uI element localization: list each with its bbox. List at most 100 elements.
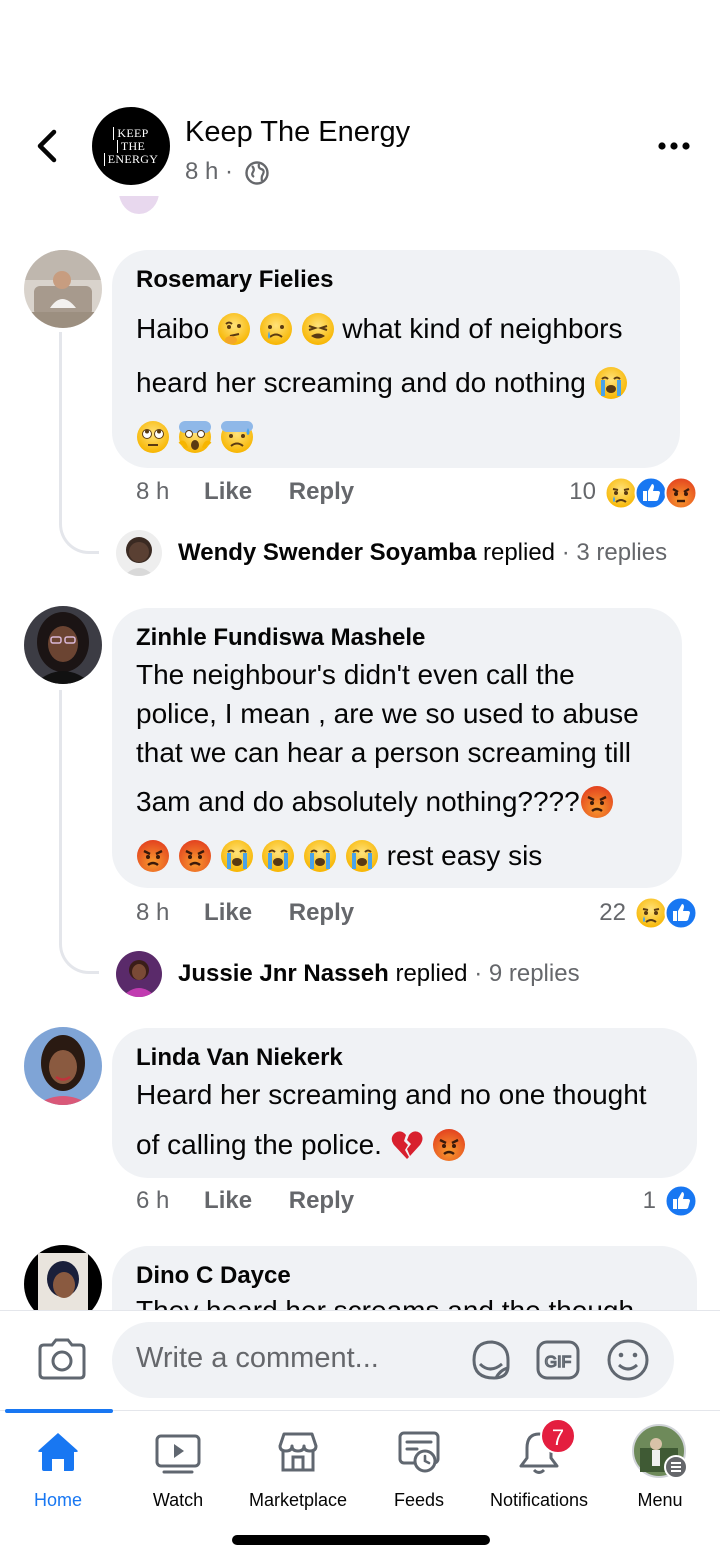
profile-avatar-icon [632, 1424, 688, 1479]
back-arrow-icon[interactable] [30, 126, 64, 166]
comment-text: They heard her screams and the though [136, 1292, 634, 1310]
nav-menu[interactable]: Menu [600, 1424, 720, 1514]
comment-text: 3am and do absolutely nothing???? [136, 786, 580, 817]
comment-text-line: heard her screaming and do nothing [136, 364, 628, 402]
like-button[interactable]: Like [204, 899, 252, 926]
reply-preview[interactable]: Wendy Swender Soyamba replied · 3 replie… [178, 539, 667, 567]
reply-button[interactable]: Reply [289, 478, 354, 505]
nav-label: Feeds [393, 1490, 445, 1510]
nav-watch[interactable]: Watch [118, 1424, 238, 1514]
loudly-crying-emoji-icon [304, 840, 337, 872]
reply-button[interactable]: Reply [289, 1187, 354, 1214]
reaction-count[interactable]: 22 [570, 899, 626, 927]
comment-text-line: rest easy sis [136, 837, 542, 875]
comment-time: 8 h [136, 478, 170, 505]
svg-text:GIF: GIF [545, 1354, 572, 1371]
comment-author[interactable]: Dino C Dayce [136, 1262, 291, 1290]
post-time: 8 h · [185, 158, 234, 185]
globe-icon [245, 161, 269, 185]
feeds-icon [398, 1431, 440, 1473]
angry-face-emoji-icon [432, 1129, 465, 1161]
avatar[interactable] [24, 250, 102, 328]
page-name[interactable]: Keep The Energy [185, 116, 410, 149]
comment-placeholder: Write a comment... [136, 1342, 379, 1374]
like-reaction-icon [664, 1184, 698, 1218]
comment-text: that we can hear a person screaming till [136, 737, 631, 768]
comment-author[interactable]: Zinhle Fundiswa Mashele [136, 624, 425, 652]
reply-author: Jussie Jnr Nasseh [178, 960, 389, 987]
logo-line-1: KEEP [113, 126, 148, 140]
reply-author: Wendy Swender Soyamba [178, 539, 477, 566]
active-tab-indicator [5, 1409, 113, 1413]
like-reaction-icon [664, 896, 698, 930]
more-options-icon[interactable] [656, 134, 692, 158]
sticker-icon[interactable] [466, 1336, 514, 1384]
comment-text: Haibo [136, 313, 210, 344]
comment-text: what kind of neighbors [342, 313, 623, 344]
nav-label: Watch [152, 1490, 204, 1510]
angry-face-emoji-icon [178, 840, 211, 872]
reply-preview[interactable]: Jussie Jnr Nasseh replied · 9 replies [178, 960, 580, 988]
comment-text-line: of calling the police. [136, 1126, 466, 1164]
loudly-crying-emoji-icon [345, 840, 378, 872]
reply-verb: replied [482, 539, 556, 566]
nav-home[interactable]: Home [0, 1424, 118, 1514]
home-icon [38, 1433, 78, 1471]
crying-face-emoji-icon [259, 313, 292, 345]
angry-reaction-icon [664, 476, 698, 510]
screaming-face-emoji-icon [178, 421, 212, 453]
avatar[interactable] [24, 606, 102, 684]
nav-marketplace[interactable]: Marketplace [238, 1424, 358, 1514]
reply-avatar[interactable] [116, 530, 162, 576]
loudly-crying-emoji-icon [594, 367, 627, 399]
home-indicator [232, 1535, 490, 1545]
comment-time: 6 h [136, 1187, 170, 1214]
reaction-count[interactable]: 10 [540, 478, 596, 506]
weary-face-emoji-icon [301, 313, 334, 345]
nav-label: Marketplace [248, 1490, 348, 1510]
comment-clip: Dino C Dayce They heard her screams and … [0, 1240, 720, 1310]
nav-label: Home [33, 1490, 82, 1510]
like-button[interactable]: Like [204, 478, 252, 505]
reply-avatar[interactable] [116, 951, 162, 997]
logo-line-2: THE [116, 139, 145, 153]
comment-time: 8 h [136, 899, 170, 926]
comment-author[interactable]: Rosemary Fielies [136, 266, 333, 294]
loudly-crying-emoji-icon [262, 840, 295, 872]
like-button[interactable]: Like [204, 1187, 252, 1214]
comment-emoji-line [136, 418, 254, 456]
reply-button[interactable]: Reply [289, 899, 354, 926]
loudly-crying-emoji-icon [220, 840, 253, 872]
sad-reaction-icon [634, 896, 668, 930]
reply-verb: replied [395, 960, 468, 987]
emoji-icon[interactable] [604, 1336, 652, 1384]
comment-actions: 8 h Like Reply [136, 899, 354, 927]
reaction-count[interactable]: 1 [600, 1187, 656, 1215]
watch-icon [155, 1434, 201, 1474]
thread-line [59, 332, 99, 554]
avatar[interactable] [24, 1245, 102, 1310]
comment-author[interactable]: Linda Van Niekerk [136, 1044, 343, 1072]
angry-face-emoji-icon [580, 786, 613, 818]
nav-feeds[interactable]: Feeds [359, 1424, 479, 1514]
page-avatar-logo[interactable]: KEEP THE ENERGY [92, 107, 170, 185]
like-reaction-icon [634, 476, 668, 510]
camera-icon[interactable] [36, 1336, 88, 1382]
comment-text: police, I mean , are we so used to abuse [136, 698, 639, 729]
nav-notifications[interactable]: Notifications [479, 1424, 599, 1514]
logo-line-3: ENERGY [103, 152, 158, 166]
comment-text: of calling the police. [136, 1129, 382, 1160]
reply-count: · 9 replies [474, 960, 580, 987]
comment-text-line: Haibo what kind of neighbors [136, 310, 622, 348]
reply-count: · 3 replies [561, 539, 668, 566]
marketplace-icon [278, 1432, 318, 1472]
gif-icon[interactable]: GIF [534, 1336, 582, 1384]
thread-line [59, 690, 99, 974]
comment-text: heard her screaming and do nothing [136, 367, 586, 398]
comment-actions: 6 h Like Reply [136, 1187, 354, 1215]
eye-roll-emoji-icon [137, 421, 169, 453]
avatar[interactable] [24, 1027, 102, 1105]
sad-reaction-icon [604, 476, 638, 510]
partial-avatar [119, 196, 159, 214]
comment-text-line: 3am and do absolutely nothing???? [136, 783, 614, 821]
